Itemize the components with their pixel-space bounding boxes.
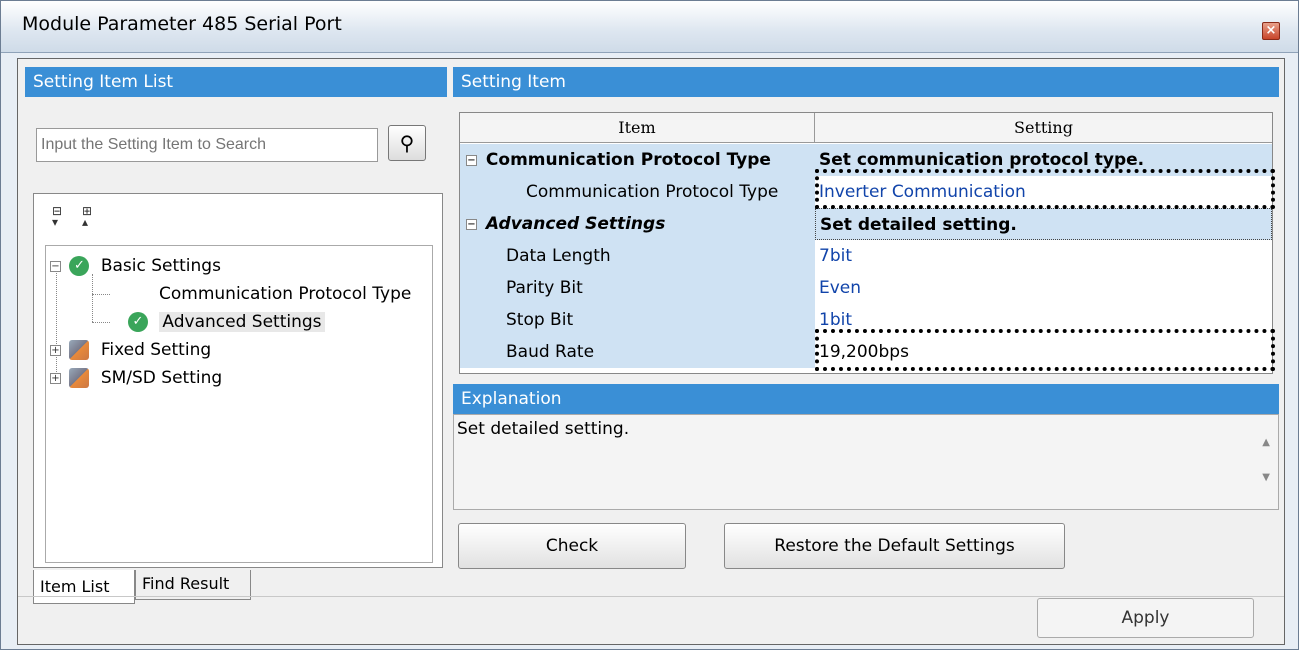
tree-item-communication-protocol-type[interactable]: Communication Protocol Type <box>159 280 411 308</box>
column-header-item: Item <box>460 113 815 143</box>
setting-item-list-header: Setting Item List <box>25 67 447 97</box>
title-bar: Module Parameter 485 Serial Port × <box>1 1 1298 53</box>
tree-item-smsd-setting[interactable]: + SM/SD Setting <box>50 364 222 392</box>
highlight-protocol-setting <box>815 169 1275 209</box>
expand-icon[interactable]: + <box>50 372 61 384</box>
tree-item-label: Basic Settings <box>100 256 221 276</box>
footer-divider <box>18 596 1284 597</box>
client-area: Setting Item List ⚲ ⊟▾ ⊞▴ − ✓ Basic Sett… <box>17 58 1285 645</box>
setting-item-header: Setting Item <box>453 67 1279 97</box>
expand-icon[interactable]: + <box>50 344 61 356</box>
table-row[interactable]: Parity Bit Even <box>460 272 1272 304</box>
collapse-all-icon[interactable]: ⊟ ▾ <box>52 205 74 228</box>
dialog-window: Module Parameter 485 Serial Port × Setti… <box>0 0 1299 650</box>
check-button[interactable]: Check <box>458 523 686 569</box>
collapse-icon[interactable]: − <box>466 218 477 230</box>
apply-button[interactable]: Apply <box>1037 598 1254 638</box>
settings-grid: Item Setting − Communication Protocol Ty… <box>459 112 1275 374</box>
tree-item-basic-settings[interactable]: − ✓ Basic Settings <box>50 252 221 280</box>
close-icon[interactable]: × <box>1262 22 1280 40</box>
tree-item-label: Fixed Setting <box>100 340 212 360</box>
tree-item-label: SM/SD Setting <box>100 368 223 388</box>
setting-item-panel: Setting Item Item Setting − Communicatio… <box>453 67 1279 590</box>
check-icon: ✓ <box>128 312 148 332</box>
setting-item-list-panel: Setting Item List ⚲ ⊟▾ ⊞▴ − ✓ Basic Sett… <box>25 67 447 604</box>
highlight-baud-rate-setting <box>815 329 1275 371</box>
table-row[interactable]: Data Length 7bit <box>460 240 1272 272</box>
find-button[interactable]: ⚲ <box>388 125 426 161</box>
tree-item-label: Advanced Settings <box>159 312 325 332</box>
setting-tree: − ✓ Basic Settings Communication Protoco… <box>45 245 433 563</box>
tree-item-label: Communication Protocol Type <box>159 284 412 304</box>
binoculars-icon: ⚲ <box>399 131 415 155</box>
collapse-icon[interactable]: − <box>466 154 477 166</box>
check-icon: ✓ <box>69 256 90 276</box>
column-header-setting: Setting <box>1014 118 1073 137</box>
module-setting-icon <box>69 340 90 360</box>
tree-area: ⊟ ▾ ⊞ ▴ − ✓ Basic Settings Communication P… <box>33 193 443 568</box>
tree-item-advanced-settings[interactable]: ✓ Advanced Settings <box>128 308 325 336</box>
grid-header: Item Setting <box>460 113 1272 143</box>
explanation-header: Explanation <box>453 384 1279 414</box>
restore-default-settings-button[interactable]: Restore the Default Settings <box>724 523 1065 569</box>
explanation-text: Set detailed setting. ▲ ▼ <box>453 414 1279 510</box>
search-input[interactable] <box>36 128 378 162</box>
module-setting-icon <box>69 368 90 388</box>
window-title: Module Parameter 485 Serial Port <box>22 13 342 35</box>
collapse-icon[interactable]: − <box>50 260 61 272</box>
tree-item-fixed-setting[interactable]: + Fixed Setting <box>50 336 211 364</box>
explanation-scrollbar[interactable]: ▲ ▼ <box>1262 425 1270 495</box>
table-row[interactable]: − Advanced Settings Set detailed setting… <box>460 208 1272 240</box>
tab-item-list[interactable]: Item List <box>33 570 135 604</box>
expand-all-icon[interactable]: ⊞ ▴ <box>82 205 104 228</box>
